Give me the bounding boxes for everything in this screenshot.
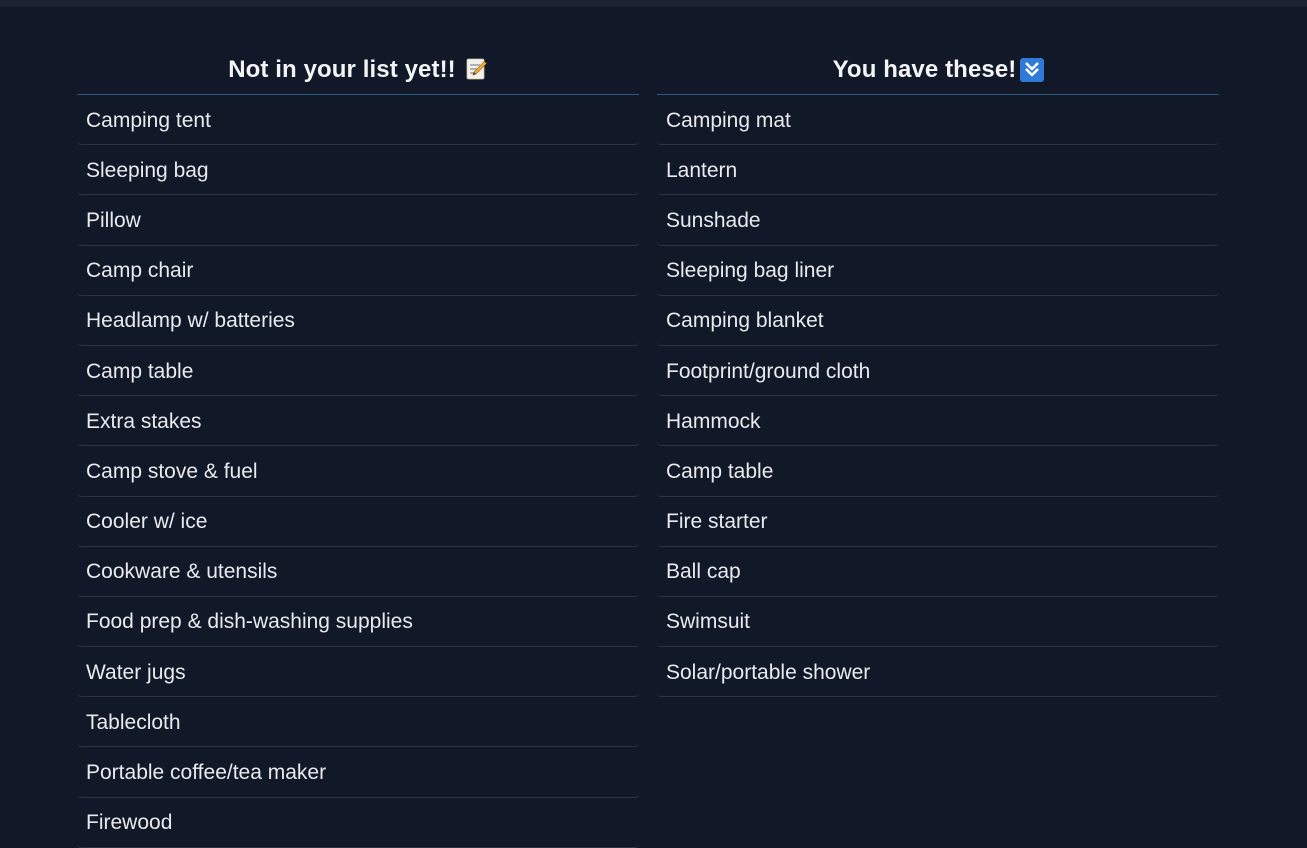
not-in-list-heading: Not in your list yet!!: [77, 54, 639, 95]
list-item[interactable]: Solar/portable shower: [657, 647, 1219, 698]
list-item[interactable]: Ball cap: [657, 547, 1219, 597]
list-item[interactable]: Camp table: [657, 446, 1219, 497]
list-item[interactable]: Extra stakes: [77, 396, 639, 447]
list-item[interactable]: Firewood: [77, 798, 639, 848]
list-item[interactable]: Hammock: [657, 396, 1219, 447]
list-item-label: Camp table: [666, 459, 774, 483]
list-item[interactable]: Lantern: [657, 145, 1219, 196]
list-item[interactable]: Camping blanket: [657, 296, 1219, 346]
list-item[interactable]: Sleeping bag liner: [657, 246, 1219, 296]
list-item-label: Food prep & dish-washing supplies: [86, 610, 413, 634]
list-item-label: Camping blanket: [666, 309, 824, 333]
list-item-label: Cookware & utensils: [86, 560, 278, 584]
list-item-label: Sleeping bag: [86, 158, 209, 182]
list-item-label: Portable coffee/tea maker: [86, 761, 327, 785]
memo-icon: [464, 57, 488, 81]
list-item-label: Water jugs: [86, 660, 186, 684]
list-item-label: Hammock: [666, 409, 761, 433]
list-item-label: Camp chair: [86, 259, 194, 283]
list-item-label: Headlamp w/ batteries: [86, 309, 295, 333]
list-item-label: Camp stove & fuel: [86, 459, 258, 483]
list-item[interactable]: Portable coffee/tea maker: [77, 747, 639, 798]
top-bar: [0, 0, 1307, 7]
list-item-label: Extra stakes: [86, 409, 202, 433]
you-have-items: Camping mat Lantern Sunshade Sleeping bag l…: [657, 95, 1219, 698]
list-item-label: Pillow: [86, 208, 141, 232]
list-item[interactable]: Sleeping bag: [77, 145, 639, 196]
list-item[interactable]: Camp chair: [77, 246, 639, 296]
not-in-list-column: Not in your list yet!! Camping tent Sleep…: [77, 54, 639, 848]
list-item[interactable]: Tablecloth: [77, 697, 639, 748]
double-down-arrow-icon: [1019, 57, 1045, 82]
list-item-label: Fire starter: [666, 510, 768, 534]
list-item-label: Lantern: [666, 158, 738, 182]
list-item-label: Camping tent: [86, 108, 211, 132]
you-have-title: You have these!: [832, 56, 1017, 83]
list-item[interactable]: Headlamp w/ batteries: [77, 296, 639, 346]
list-item[interactable]: Food prep & dish-washing supplies: [77, 597, 639, 648]
list-item-label: Swimsuit: [666, 610, 751, 634]
list-item-label: Firewood: [86, 811, 173, 835]
list-item[interactable]: Camp stove & fuel: [77, 446, 639, 497]
list-item[interactable]: Sunshade: [657, 195, 1219, 246]
list-item[interactable]: Water jugs: [77, 647, 639, 698]
not-in-list-title: Not in your list yet!!: [228, 56, 456, 83]
list-item-label: Sunshade: [666, 208, 761, 232]
list-item-label: Solar/portable shower: [666, 660, 871, 684]
list-item[interactable]: Fire starter: [657, 497, 1219, 547]
list-item-label: Ball cap: [666, 560, 741, 584]
list-item[interactable]: Pillow: [77, 195, 639, 246]
list-item[interactable]: Camping tent: [77, 95, 639, 146]
you-have-column: You have these! Camping mat Lantern Sunsha…: [657, 54, 1219, 698]
list-item-label: Tablecloth: [86, 710, 181, 734]
not-in-list-items: Camping tent Sleeping bag Pillow Camp chair…: [77, 95, 639, 848]
list-item[interactable]: Footprint/ground cloth: [657, 346, 1219, 397]
list-item[interactable]: Cookware & utensils: [77, 547, 639, 597]
list-item-label: Sleeping bag liner: [666, 259, 835, 283]
list-item-label: Camp table: [86, 359, 194, 383]
list-item[interactable]: Camping mat: [657, 95, 1219, 146]
list-item[interactable]: Cooler w/ ice: [77, 497, 639, 547]
list-item-label: Cooler w/ ice: [86, 510, 208, 534]
list-item-label: Camping mat: [666, 108, 791, 132]
list-item[interactable]: Swimsuit: [657, 597, 1219, 648]
list-item-label: Footprint/ground cloth: [666, 359, 871, 383]
list-item[interactable]: Camp table: [77, 346, 639, 397]
you-have-heading: You have these!: [657, 54, 1219, 95]
